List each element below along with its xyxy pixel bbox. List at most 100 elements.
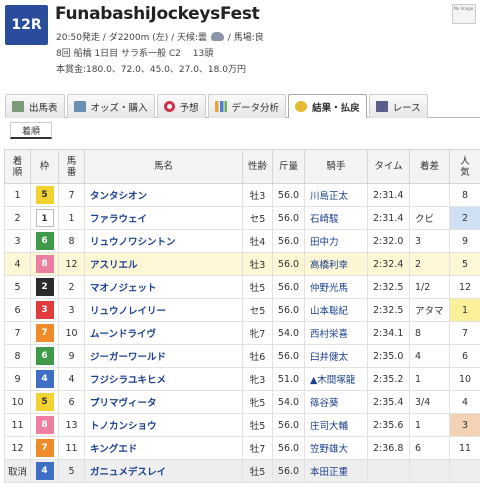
cell-time: 2:35.2 bbox=[367, 367, 410, 391]
thumbnail-placeholder[interactable]: No Image bbox=[452, 4, 476, 24]
cell-jockey[interactable]: 石崎駿 bbox=[304, 206, 368, 230]
tab-label: データ分析 bbox=[231, 102, 280, 114]
waku-badge: 3 bbox=[35, 301, 54, 319]
cell-margin: 3 bbox=[409, 229, 450, 253]
cell-rank: 取消 bbox=[4, 459, 31, 483]
cell-horse-name[interactable]: ジーガーワールド bbox=[84, 344, 243, 368]
cell-time bbox=[367, 459, 410, 483]
table-row[interactable]: 取消 4 5 ガニュメデスレイ 牡5 56.0 本田正重 bbox=[4, 459, 480, 483]
cell-waku: 7 bbox=[30, 436, 59, 460]
table-row[interactable]: 3 6 8 リュウノワシントン 牡4 56.0 田中力 2:32.0 3 9 bbox=[4, 229, 480, 253]
table-row[interactable]: 4 8 12 アスリエル 牡3 56.0 高橋利幸 2:32.4 2 5 bbox=[4, 252, 480, 276]
subtab-finishing-order[interactable]: 着順 bbox=[10, 122, 52, 139]
col-horse-number[interactable]: 馬番 bbox=[58, 149, 85, 184]
cell-rank: 12 bbox=[4, 436, 31, 460]
table-row[interactable]: 10 5 6 プリマヴィータ 牝5 54.0 篠谷葵 2:35.4 3/4 4 bbox=[4, 390, 480, 414]
cell-margin bbox=[409, 459, 450, 483]
bar-chart-icon bbox=[214, 101, 227, 112]
cell-horse-name[interactable]: ガニュメデスレイ bbox=[84, 459, 243, 483]
cell-rank: 6 bbox=[4, 298, 31, 322]
cell-waku: 3 bbox=[30, 298, 59, 322]
cell-horse-number: 11 bbox=[58, 436, 85, 460]
cell-time: 2:32.5 bbox=[367, 275, 410, 299]
tab-race-video[interactable]: レース bbox=[368, 94, 428, 118]
cell-jockey[interactable]: 田中力 bbox=[304, 229, 368, 253]
col-waku[interactable]: 枠 bbox=[30, 149, 59, 184]
cell-horse-name[interactable]: ムーンドライヴ bbox=[84, 321, 243, 345]
tab-label: 出馬表 bbox=[29, 102, 58, 114]
cell-rank: 10 bbox=[4, 390, 31, 414]
cell-sex-age: 牡6 bbox=[242, 344, 273, 368]
cell-sex-age: 牡5 bbox=[242, 459, 273, 483]
cell-weight: 56.0 bbox=[272, 252, 305, 276]
table-row[interactable]: 11 8 13 トノカンショウ 牡5 56.0 庄司大輔 2:35.6 1 3 bbox=[4, 413, 480, 437]
cell-jockey[interactable]: 川島正太 bbox=[304, 183, 368, 207]
cell-jockey[interactable]: 庄司大輔 bbox=[304, 413, 368, 437]
cell-rank: 5 bbox=[4, 275, 31, 299]
cell-jockey[interactable]: 高橋利幸 bbox=[304, 252, 368, 276]
col-margin[interactable]: 着差 bbox=[409, 149, 450, 184]
waku-badge: 7 bbox=[35, 324, 54, 342]
col-jockey[interactable]: 騎手 bbox=[304, 149, 368, 184]
cell-rank: 4 bbox=[4, 252, 31, 276]
cell-horse-number: 12 bbox=[58, 252, 85, 276]
cell-waku: 6 bbox=[30, 229, 59, 253]
cell-margin: アタマ bbox=[409, 298, 450, 322]
video-icon bbox=[375, 101, 388, 112]
cell-jockey[interactable]: ▲木間塚龍 bbox=[304, 367, 368, 391]
col-sex-age[interactable]: 性齢 bbox=[242, 149, 273, 184]
cell-horse-name[interactable]: リュウノレイリー bbox=[84, 298, 243, 322]
cell-rank: 1 bbox=[4, 183, 31, 207]
cell-horse-name[interactable]: リュウノワシントン bbox=[84, 229, 243, 253]
table-icon bbox=[12, 101, 24, 112]
cell-jockey[interactable]: 篠谷葵 bbox=[304, 390, 368, 414]
col-time[interactable]: タイム bbox=[367, 149, 410, 184]
col-rank[interactable]: 着順 bbox=[4, 149, 31, 184]
cell-horse-name[interactable]: トノカンショウ bbox=[84, 413, 243, 437]
cell-weight: 56.0 bbox=[272, 413, 305, 437]
col-weight[interactable]: 斤量 bbox=[272, 149, 305, 184]
cell-jockey[interactable]: 本田正重 bbox=[304, 459, 368, 483]
col-horse-name[interactable]: 馬名 bbox=[84, 149, 243, 184]
table-row[interactable]: 7 7 10 ムーンドライヴ 牝7 54.0 西村栄喜 2:34.1 8 7 bbox=[4, 321, 480, 345]
table-row[interactable]: 5 2 2 マオノジェット 牡5 56.0 仲野光馬 2:32.5 1/2 12 bbox=[4, 275, 480, 299]
cell-horse-name[interactable]: アスリエル bbox=[84, 252, 243, 276]
cell-horse-name[interactable]: タンタシオン bbox=[84, 183, 243, 207]
cell-sex-age: セ5 bbox=[242, 206, 273, 230]
col-popularity[interactable]: 人気 bbox=[449, 149, 480, 184]
cell-weight: 56.0 bbox=[272, 344, 305, 368]
cell-margin: 3/4 bbox=[409, 390, 450, 414]
cell-horse-name[interactable]: ファラウェイ bbox=[84, 206, 243, 230]
tab-odds-purchase[interactable]: オッズ・購入 bbox=[66, 94, 155, 118]
table-row[interactable]: 12 7 11 キングエド 牡7 56.0 笠野雄大 2:36.8 6 11 bbox=[4, 436, 480, 460]
cell-horse-name[interactable]: マオノジェット bbox=[84, 275, 243, 299]
table-header-row: 着順 枠 馬番 馬名 性齢 斤量 騎手 タイム 着差 人気 bbox=[4, 149, 480, 184]
cell-jockey[interactable]: 笠野雄大 bbox=[304, 436, 368, 460]
tab-label: 結果・払戻 bbox=[312, 102, 360, 114]
waku-badge: 5 bbox=[35, 186, 54, 204]
cell-waku: 5 bbox=[30, 183, 59, 207]
cell-horse-name[interactable]: フジシラユキヒメ bbox=[84, 367, 243, 391]
tab-data-analysis[interactable]: データ分析 bbox=[207, 94, 287, 118]
cell-jockey[interactable]: 臼井健太 bbox=[304, 344, 368, 368]
tab-prediction[interactable]: 予想 bbox=[156, 94, 206, 118]
table-row[interactable]: 9 4 4 フジシラユキヒメ 牝3 51.0 ▲木間塚龍 2:35.2 1 10 bbox=[4, 367, 480, 391]
tab-entries[interactable]: 出馬表 bbox=[5, 94, 65, 118]
cell-jockey[interactable]: 山本聡紀 bbox=[304, 298, 368, 322]
cell-jockey[interactable]: 西村栄喜 bbox=[304, 321, 368, 345]
cell-horse-name[interactable]: キングエド bbox=[84, 436, 243, 460]
tab-results-payout[interactable]: 結果・払戻 bbox=[288, 94, 367, 118]
cell-sex-age: 牡7 bbox=[242, 436, 273, 460]
cell-jockey[interactable]: 仲野光馬 bbox=[304, 275, 368, 299]
table-row[interactable]: 6 3 3 リュウノレイリー セ5 56.0 山本聡紀 2:32.5 アタマ 1 bbox=[4, 298, 480, 322]
cell-waku: 6 bbox=[30, 344, 59, 368]
cell-horse-number: 8 bbox=[58, 229, 85, 253]
cell-horse-number: 6 bbox=[58, 390, 85, 414]
cell-horse-number: 13 bbox=[58, 413, 85, 437]
table-row[interactable]: 1 5 7 タンタシオン 牡3 56.0 川島正太 2:31.4 8 bbox=[4, 183, 480, 207]
cell-horse-name[interactable]: プリマヴィータ bbox=[84, 390, 243, 414]
race-number-badge: 12R bbox=[5, 5, 48, 45]
table-row[interactable]: 2 1 1 ファラウェイ セ5 56.0 石崎駿 2:31.4 クビ 2 bbox=[4, 206, 480, 230]
table-row[interactable]: 8 6 9 ジーガーワールド 牡6 56.0 臼井健太 2:35.0 4 6 bbox=[4, 344, 480, 368]
race-title: FunabashiJockeysFest bbox=[55, 4, 260, 24]
